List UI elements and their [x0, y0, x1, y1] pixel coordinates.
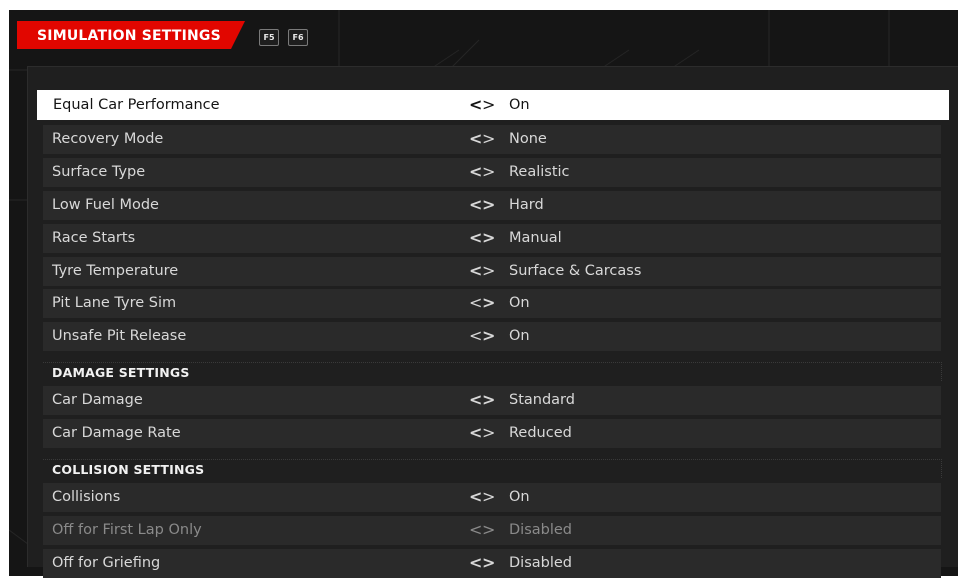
setting-label: Tyre Temperature: [52, 263, 179, 279]
setting-row-surface-type[interactable]: Surface Type < > Realistic: [43, 158, 941, 187]
collision-settings-section: COLLISION SETTINGS: [43, 459, 942, 478]
setting-row-recovery-mode[interactable]: Recovery Mode < > None: [43, 125, 941, 154]
chevron-left-icon[interactable]: <: [469, 163, 482, 181]
setting-row-car-damage-rate[interactable]: Car Damage Rate < > Reduced: [43, 419, 941, 448]
chevron-right-icon[interactable]: >: [482, 424, 495, 442]
setting-label: Collisions: [52, 489, 121, 505]
chevron-right-icon[interactable]: >: [482, 488, 495, 506]
setting-value: Realistic: [509, 164, 570, 180]
setting-value: None: [509, 131, 547, 147]
prev-page-key-button[interactable]: F5: [259, 29, 279, 46]
chevron-left-icon[interactable]: <: [469, 554, 482, 572]
chevron-right-icon[interactable]: >: [482, 196, 495, 214]
damage-settings-section: DAMAGE SETTINGS: [43, 362, 942, 381]
setting-value: Hard: [509, 197, 544, 213]
setting-label: Off for Griefing: [52, 555, 161, 571]
chevron-left-icon[interactable]: <: [469, 391, 482, 409]
chevron-left-icon[interactable]: <: [469, 130, 482, 148]
setting-label: Equal Car Performance: [53, 97, 220, 113]
setting-value: Reduced: [509, 425, 572, 441]
chevron-right-icon[interactable]: >: [482, 130, 495, 148]
next-page-key-button[interactable]: F6: [288, 29, 308, 46]
chevron-left-icon[interactable]: <: [469, 96, 482, 114]
chevron-right-icon[interactable]: >: [482, 163, 495, 181]
setting-value: Surface & Carcass: [509, 263, 642, 279]
setting-row-equal-car-performance[interactable]: Equal Car Performance < > On: [37, 90, 949, 120]
chevron-left-icon[interactable]: <: [469, 488, 482, 506]
setting-row-off-for-first-lap-only: Off for First Lap Only < > Disabled: [43, 516, 941, 545]
section-title: COLLISION SETTINGS: [52, 462, 211, 477]
setting-label: Race Starts: [52, 230, 136, 246]
chevron-left-icon[interactable]: <: [469, 229, 482, 247]
setting-row-collisions[interactable]: Collisions < > On: [43, 483, 941, 512]
setting-value: Disabled: [509, 522, 572, 538]
chevron-left-icon[interactable]: <: [469, 294, 482, 312]
setting-value: On: [509, 97, 530, 113]
chevron-right-icon[interactable]: >: [482, 262, 495, 280]
setting-value: Manual: [509, 230, 562, 246]
section-title: DAMAGE SETTINGS: [52, 365, 196, 380]
setting-row-pit-lane-tyre-sim[interactable]: Pit Lane Tyre Sim < > On: [43, 289, 941, 318]
chevron-left-icon[interactable]: <: [469, 262, 482, 280]
setting-label: Pit Lane Tyre Sim: [52, 295, 177, 311]
chevron-right-icon[interactable]: >: [482, 229, 495, 247]
setting-row-race-starts[interactable]: Race Starts < > Manual: [43, 224, 941, 253]
setting-row-unsafe-pit-release[interactable]: Unsafe Pit Release < > On: [43, 322, 941, 351]
setting-label: Unsafe Pit Release: [52, 328, 187, 344]
setting-row-off-for-griefing[interactable]: Off for Griefing < > Disabled: [43, 549, 941, 578]
setting-row-car-damage[interactable]: Car Damage < > Standard: [43, 386, 941, 415]
setting-label: Surface Type: [52, 164, 146, 180]
page-title: SIMULATION SETTINGS: [37, 28, 221, 44]
chevron-left-icon: <: [469, 520, 483, 539]
chevron-right-icon: >: [482, 520, 496, 539]
chevron-left-icon[interactable]: <: [469, 424, 482, 442]
chevron-left-icon[interactable]: <: [469, 327, 482, 345]
setting-row-low-fuel-mode[interactable]: Low Fuel Mode < > Hard: [43, 191, 941, 220]
chevron-right-icon[interactable]: >: [482, 96, 495, 114]
chevron-right-icon[interactable]: >: [482, 554, 495, 572]
chevron-right-icon[interactable]: >: [482, 327, 495, 345]
setting-label: Low Fuel Mode: [52, 197, 159, 213]
chevron-right-icon[interactable]: >: [482, 294, 495, 312]
chevron-left-icon[interactable]: <: [469, 196, 482, 214]
setting-row-tyre-temperature[interactable]: Tyre Temperature < > Surface & Carcass: [43, 257, 941, 286]
setting-value: Disabled: [509, 555, 572, 571]
setting-label: Off for First Lap Only: [52, 522, 202, 538]
setting-label: Recovery Mode: [52, 131, 164, 147]
setting-label: Car Damage Rate: [52, 425, 181, 441]
chevron-right-icon[interactable]: >: [482, 391, 495, 409]
setting-value: Standard: [509, 392, 575, 408]
setting-value: On: [509, 295, 530, 311]
setting-label: Car Damage: [52, 392, 143, 408]
setting-value: On: [509, 328, 530, 344]
setting-value: On: [509, 489, 530, 505]
